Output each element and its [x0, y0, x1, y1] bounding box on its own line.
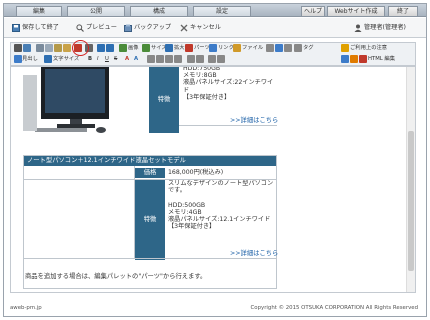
- user-icon: [354, 24, 362, 32]
- redo-icon[interactable]: [106, 44, 114, 52]
- editor-toolbar: 画像 サイズ 拡大 パーツ リンク ファイル タグ ご利用上の注意 見出し 文字…: [10, 42, 416, 66]
- site-domain: aweb-pm.jp: [10, 305, 42, 311]
- top-tab-bar: 編集 公開 構成 設定 ヘルプ Webサイト作成 終了: [4, 4, 426, 17]
- divider: [179, 125, 277, 126]
- add-product-hint: 商品を追加する場合は、編集パレットの"パーツ"から行えます。: [25, 273, 207, 280]
- exit-button[interactable]: 終了: [388, 6, 418, 16]
- magnifier-icon: [76, 24, 84, 32]
- create-site-button[interactable]: Webサイト作成: [327, 6, 385, 16]
- close-icon: [180, 24, 188, 32]
- parts-button[interactable]: パーツ: [194, 44, 210, 53]
- price-label: 価格: [135, 168, 165, 178]
- file-button[interactable]: ファイル: [242, 44, 263, 53]
- backup-icon: [124, 24, 132, 32]
- toolbar-row-2: 見出し 文字サイズ B I U S A A HTML 編集: [11, 54, 415, 65]
- link-button[interactable]: リンク: [218, 44, 234, 53]
- save-exit-button[interactable]: 保存して終了: [12, 23, 59, 33]
- tab-edit[interactable]: 編集: [16, 6, 62, 16]
- italic-icon[interactable]: I: [97, 55, 99, 64]
- command-bar: 保存して終了 プレビュー バックアップ キャンセル 管理者(管理者): [4, 18, 426, 38]
- copy-icon[interactable]: [45, 44, 53, 52]
- usage-notes-link[interactable]: ご利用上の注意: [350, 44, 387, 53]
- size-icon[interactable]: [142, 44, 150, 52]
- html-edit-button[interactable]: HTML 編集: [368, 55, 395, 64]
- tab-settings[interactable]: 設定: [193, 6, 251, 16]
- scrollbar-thumb[interactable]: [408, 131, 414, 271]
- parts-icon[interactable]: [185, 44, 193, 52]
- underline-icon[interactable]: U: [105, 55, 109, 64]
- hr-icon[interactable]: [266, 44, 274, 52]
- bg-color-icon[interactable]: A: [134, 55, 138, 64]
- image-icon[interactable]: [119, 44, 127, 52]
- strike-icon[interactable]: S: [114, 55, 117, 64]
- paste-text-icon[interactable]: [63, 44, 71, 52]
- tab-publish[interactable]: 公開: [67, 6, 125, 16]
- bold-icon[interactable]: B: [88, 55, 92, 64]
- divider: [24, 258, 276, 259]
- product-title: ノート型パソコン＋12.1インチワイド液晶セットモデル: [24, 156, 276, 166]
- indent-icon[interactable]: [217, 55, 225, 63]
- price-value: 168,000円(税込み): [168, 169, 224, 176]
- help-button[interactable]: ヘルプ: [301, 6, 325, 16]
- heading-button[interactable]: 見出し: [22, 55, 38, 64]
- block-icon[interactable]: [284, 44, 292, 52]
- editor-area[interactable]: 特徴 HDD:750GB メモリ:8GB 液晶パネルサイズ:22インチワイド 【…: [10, 66, 416, 293]
- font-color-icon[interactable]: A: [125, 55, 129, 64]
- detail-link[interactable]: >>詳細はこちら: [230, 248, 278, 257]
- rss-icon[interactable]: [350, 55, 358, 63]
- ordered-list-icon[interactable]: [187, 55, 195, 63]
- tag-button[interactable]: タグ: [303, 44, 314, 53]
- user-account[interactable]: 管理者(管理者): [354, 23, 406, 33]
- link-icon[interactable]: [209, 44, 217, 52]
- save-icon: [12, 24, 20, 32]
- text-size-button[interactable]: 文字サイズ: [53, 55, 79, 64]
- align-center-icon[interactable]: [156, 55, 164, 63]
- undo-icon[interactable]: [97, 44, 105, 52]
- save-icon[interactable]: [23, 44, 31, 52]
- tab-structure[interactable]: 構成: [130, 6, 188, 16]
- highlight-circle: [72, 40, 89, 56]
- bullet-list-icon[interactable]: [196, 55, 204, 63]
- desktop-pc-image: [23, 67, 147, 133]
- preview-button[interactable]: プレビュー: [76, 23, 117, 33]
- cancel-button[interactable]: キャンセル: [180, 23, 221, 33]
- feature-label: 特徴: [135, 180, 165, 260]
- table-icon[interactable]: [275, 44, 283, 52]
- cut-icon[interactable]: [36, 44, 44, 52]
- tag-icon[interactable]: [294, 44, 302, 52]
- text-size-icon[interactable]: [44, 55, 52, 63]
- source-icon[interactable]: [14, 44, 22, 52]
- align-right-icon[interactable]: [165, 55, 173, 63]
- vertical-scrollbar[interactable]: [406, 67, 415, 292]
- divider: [24, 179, 276, 180]
- file-icon[interactable]: [233, 44, 241, 52]
- enlarge-icon[interactable]: [165, 44, 173, 52]
- product-description: HDD:750GB メモリ:8GB 液晶パネルサイズ:22インチワイド 【3年保…: [183, 66, 274, 101]
- product-card-2: ノート型パソコン＋12.1インチワイド液晶セットモデル 価格 168,000円(…: [23, 155, 278, 289]
- paste-icon[interactable]: [54, 44, 62, 52]
- flash-icon[interactable]: [359, 55, 367, 63]
- feature-label: 特徴: [149, 67, 179, 133]
- product-card-1: 特徴 HDD:750GB メモリ:8GB 液晶パネルサイズ:22インチワイド 【…: [23, 66, 278, 136]
- html-edit-icon[interactable]: [341, 55, 349, 63]
- enlarge-button[interactable]: 拡大: [174, 44, 185, 53]
- copyright: Copyright © 2015 OTSUKA CORPORATION All …: [250, 305, 418, 311]
- align-left-icon[interactable]: [147, 55, 155, 63]
- backup-button[interactable]: バックアップ: [124, 23, 171, 33]
- outdent-icon[interactable]: [208, 55, 216, 63]
- product-description: スリムなデザインのノート型パソコンです。 HDD:500GB メモリ:4GB 液…: [168, 180, 274, 231]
- warning-icon: [341, 44, 349, 52]
- image-button[interactable]: 画像: [128, 44, 139, 53]
- heading-icon[interactable]: [14, 55, 22, 63]
- divider: [134, 166, 135, 258]
- app-window: 編集 公開 構成 設定 ヘルプ Webサイト作成 終了 保存して終了 プレビュー…: [3, 3, 427, 317]
- detail-link[interactable]: >>詳細はこちら: [230, 115, 278, 124]
- align-justify-icon[interactable]: [174, 55, 182, 63]
